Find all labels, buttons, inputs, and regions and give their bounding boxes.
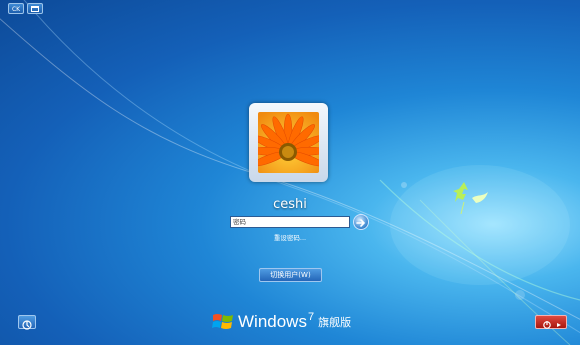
- ease-of-access-icon: [22, 320, 32, 330]
- switch-user-button[interactable]: 切换用户(W): [259, 268, 322, 282]
- avatar-picture: [258, 112, 319, 173]
- power-button[interactable]: [535, 315, 567, 329]
- flower-icon: [258, 112, 319, 173]
- keyboard-layout-button[interactable]: CK: [8, 3, 24, 14]
- power-icon: [543, 321, 561, 329]
- keyboard-layout-icon: CK: [11, 6, 21, 13]
- windows-branding: Windows 7 旗舰版: [212, 311, 351, 333]
- windows-flag-logo: [212, 314, 233, 329]
- window-icon: [31, 6, 39, 12]
- ease-of-access-button[interactable]: [18, 315, 36, 330]
- windows-wordmark: Windows: [238, 312, 307, 331]
- window-button[interactable]: [27, 3, 43, 14]
- windows-edition: 旗舰版: [318, 316, 352, 329]
- reset-password-link[interactable]: 重设密码...: [0, 232, 580, 242]
- arrow-right-icon: [356, 219, 366, 227]
- login-screen: CK ceshi 重设密码... 切换用户(W) Windows 7 旗舰版: [0, 0, 580, 345]
- submit-login-button[interactable]: [353, 214, 369, 230]
- user-avatar: [249, 103, 328, 182]
- password-field[interactable]: [230, 216, 350, 228]
- user-name: ceshi: [273, 197, 307, 212]
- windows-version: 7: [307, 311, 315, 323]
- triangle-right-icon: [557, 323, 561, 327]
